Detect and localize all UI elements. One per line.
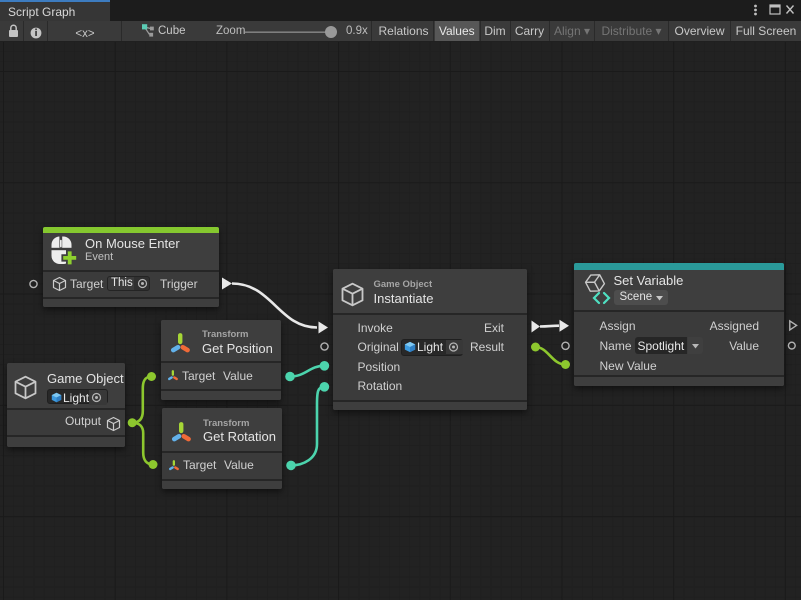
svg-text:<x>: <x>: [75, 28, 94, 40]
